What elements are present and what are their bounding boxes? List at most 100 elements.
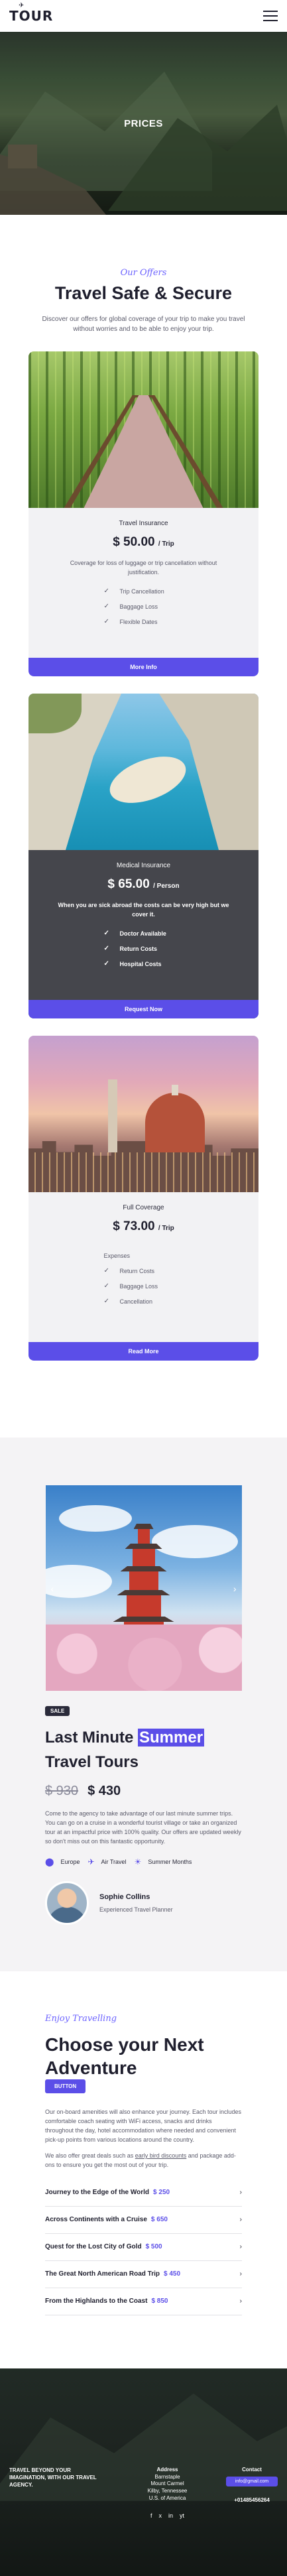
check-icon: ✓: [103, 1282, 109, 1290]
feature-item: ✓ Doctor Available: [103, 930, 166, 937]
feature-item: ✓ Cancellation: [103, 1298, 153, 1305]
check-icon: ✓: [103, 618, 109, 625]
sun-icon: ☀: [134, 1857, 142, 1867]
youtube-icon[interactable]: yt: [180, 2512, 184, 2520]
social-links: f x in yt: [135, 2512, 201, 2520]
pricing-card-medical-insurance: Medical Insurance $ 65.00 / Person When …: [29, 694, 258, 1018]
feature-list: ✓ Doctor Available ✓ Return Costs ✓ Hospita…: [104, 926, 184, 971]
location-pin-icon: ⬤: [45, 1857, 54, 1867]
feature-list: ✓ Trip Cancellation ✓ Baggage Loss ✓ Flexib…: [104, 583, 184, 629]
tour-description: Come to the agency to take advantage of …: [45, 1810, 241, 1845]
check-icon: ✓: [103, 945, 109, 952]
list-item[interactable]: The Great North American Road Trip $ 450 ›: [45, 2261, 242, 2288]
airplane-icon: ✈: [87, 1857, 95, 1867]
adventure-text: Our on-board amenities will also enhance…: [45, 2109, 241, 2143]
adventure-deals-text: We also offer great deals such as early …: [45, 2152, 236, 2168]
linkedin-icon[interactable]: in: [168, 2512, 173, 2520]
site-footer: TRAVEL BEYOND YOUR IMAGINATION, WITH OUR…: [0, 2368, 287, 2576]
check-icon: ✓: [103, 1298, 109, 1305]
offers-title: Travel Safe & Secure: [54, 283, 233, 303]
bamboo-forest-image: [29, 351, 258, 508]
hamburger-menu-icon[interactable]: [263, 11, 278, 21]
phone-number[interactable]: +01485456264: [226, 2497, 278, 2503]
address-label: Address: [156, 2466, 178, 2473]
chevron-right-icon: ›: [239, 2189, 242, 2197]
chevron-right-icon: ›: [239, 2243, 242, 2251]
footer-contact: Contact info@gmail.com +01485456264: [226, 2467, 278, 2520]
list-item[interactable]: From the Highlands to the Coast $ 850 ›: [45, 2288, 242, 2315]
feature-item: ✓ Trip Cancellation: [103, 587, 164, 595]
early-bird-link[interactable]: early bird discounts: [135, 2152, 187, 2159]
check-icon: ✓: [103, 603, 109, 610]
feature-list: Expenses ✓ Return Costs ✓ Baggage Loss ✓ Ca…: [104, 1249, 184, 1309]
check-icon: ✓: [103, 930, 109, 937]
card-title: Travel Insurance: [119, 520, 168, 527]
last-minute-tour-section: ‹ › SALE Last Minute Summer Travel Tours…: [0, 1438, 287, 1972]
read-more-button[interactable]: Read More: [29, 1342, 258, 1361]
email-button[interactable]: info@gmail.com: [226, 2476, 278, 2486]
author-name: Sophie Collins: [99, 1893, 150, 1902]
list-item[interactable]: Across Continents with a Cruise $ 650 ›: [45, 2207, 242, 2234]
card-title: Full Coverage: [123, 1204, 164, 1211]
feature-item: ✓ Flexible Dates: [103, 618, 158, 625]
avatar: [45, 1881, 89, 1926]
tour-meta: ⬤ Europe ✈ Air Travel ☀ Summer Months: [45, 1857, 242, 1867]
offers-lead: Discover our offers for global coverage …: [42, 316, 245, 333]
hero-title: PRICES: [124, 118, 163, 129]
request-now-button[interactable]: Request Now: [29, 1000, 258, 1018]
old-price: $ 930: [45, 1784, 79, 1799]
feature-item: ✓ Return Costs: [103, 945, 158, 952]
list-item[interactable]: Quest for the Lost City of Gold $ 500 ›: [45, 2234, 242, 2261]
more-info-button[interactable]: More Info: [29, 658, 258, 676]
pricing-card-full-coverage: Full Coverage $ 73.00 / Trip Expenses ✓ R…: [29, 1036, 258, 1361]
feature-item: ✓ Hospital Costs: [103, 960, 162, 967]
adventure-title: Choose your Next Adventure: [45, 2034, 204, 2079]
airplane-icon: ✈: [19, 2, 25, 9]
pagoda-image-slider: ‹ ›: [45, 1485, 242, 1691]
card-price: $ 50.00 / Trip: [113, 535, 174, 549]
slider-next-arrow-icon[interactable]: ›: [233, 1583, 237, 1594]
meta-location: ⬤ Europe: [45, 1857, 80, 1867]
chevron-right-icon: ›: [239, 2270, 242, 2278]
feature-item: ✓ Baggage Loss: [103, 603, 158, 610]
author-block: Sophie Collins Experienced Travel Planne…: [45, 1881, 242, 1926]
logo-text: ✈ TOUR: [9, 2, 54, 24]
card-price: $ 73.00 / Trip: [113, 1219, 174, 1233]
new-price: $ 430: [87, 1784, 121, 1799]
x-icon[interactable]: x: [158, 2512, 162, 2520]
site-header: ✈ TOUR: [0, 0, 287, 32]
list-item[interactable]: Journey to the Edge of the World $ 250 ›: [45, 2179, 242, 2207]
offers-section: Our Offers Travel Safe & Secure Discover…: [0, 215, 287, 1374]
feature-item: ✓ Baggage Loss: [103, 1282, 158, 1290]
offers-eyebrow: Our Offers: [120, 268, 167, 278]
adventure-section: Enjoy Travelling Choose your Next Advent…: [0, 1971, 287, 2368]
card-description: When you are sick abroad the costs can b…: [58, 902, 229, 918]
florence-cityscape-image: [29, 1036, 258, 1192]
feature-item: ✓ Return Costs: [103, 1267, 155, 1274]
card-description: Coverage for loss of luggage or trip can…: [70, 560, 217, 576]
slider-prev-arrow-icon[interactable]: ‹: [51, 1583, 54, 1594]
pricing-card-travel-insurance: Travel Insurance $ 50.00 / Trip Coverage…: [29, 351, 258, 676]
chevron-right-icon: ›: [239, 2216, 242, 2224]
footer-tagline: TRAVEL BEYOND YOUR IMAGINATION, WITH OUR…: [9, 2467, 97, 2488]
facebook-icon[interactable]: f: [150, 2512, 152, 2520]
author-role: Experienced Travel Planner: [99, 1906, 173, 1914]
meta-transport: ✈ Air Travel: [87, 1857, 127, 1867]
check-icon: ✓: [103, 960, 109, 967]
logo[interactable]: ✈ TOUR: [9, 2, 54, 24]
meta-season: ☀ Summer Months: [134, 1857, 192, 1867]
navagio-beach-image: [29, 694, 258, 850]
tour-prices: $ 930 $ 430: [45, 1784, 242, 1799]
chevron-right-icon: ›: [239, 2298, 242, 2305]
sale-badge: SALE: [45, 1706, 70, 1716]
adventure-eyebrow: Enjoy Travelling: [45, 2014, 117, 2024]
check-icon: ✓: [103, 1267, 109, 1274]
card-price: $ 65.00 / Person: [107, 877, 180, 891]
contact-label: Contact: [242, 2466, 262, 2473]
adventure-button[interactable]: BUTTON: [45, 2079, 86, 2094]
footer-address: Address Barnstaple Mount Carmel Kilby, T…: [135, 2467, 201, 2520]
check-icon: ✓: [103, 587, 109, 595]
feature-item: Expenses: [103, 1253, 131, 1259]
tour-title: Last Minute Summer Travel Tours: [45, 1729, 205, 1772]
hero-banner: PRICES: [0, 32, 287, 215]
